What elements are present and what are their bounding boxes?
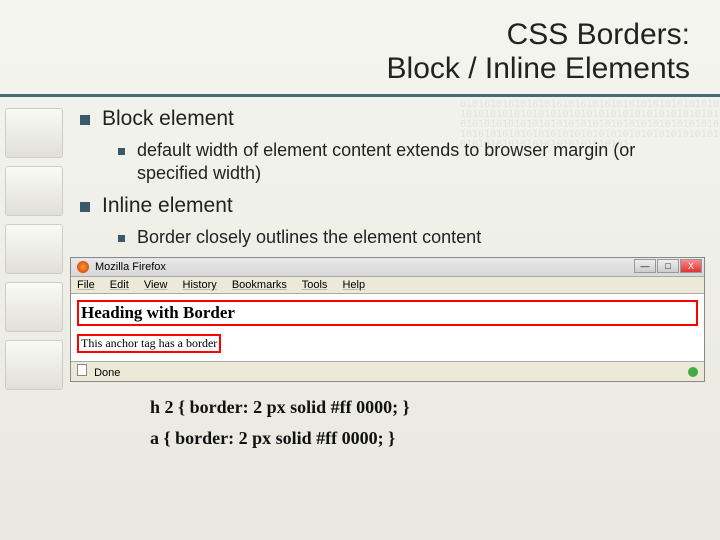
square-bullet-icon [80,115,90,125]
bullet-inline-element: Inline element [80,194,700,218]
window-buttons: — □ X [634,259,702,273]
sub-bullet-block: default width of element content extends… [118,139,700,186]
code-line-a: a { border: 2 px solid #ff 0000; } [150,423,720,454]
sub-bullet-inline: Border closely outlines the element cont… [118,226,700,249]
browser-app-name: Mozilla Firefox [95,261,166,273]
square-bullet-icon [118,235,125,242]
browser-screenshot: Mozilla Firefox — □ X File Edit View His… [70,257,705,382]
browser-menubar: File Edit View History Bookmarks Tools H… [71,277,704,294]
minimize-button[interactable]: — [634,259,656,273]
code-line-h2: h 2 { border: 2 px solid #ff 0000; } [150,392,720,423]
menu-help[interactable]: Help [342,279,365,291]
square-bullet-icon [80,202,90,212]
menu-view[interactable]: View [144,279,168,291]
menu-tools[interactable]: Tools [302,279,328,291]
browser-statusbar: Done [71,361,704,381]
title-line-2: Block / Inline Elements [387,52,690,85]
menu-edit[interactable]: Edit [110,279,129,291]
title-line-1: CSS Borders: [507,18,690,51]
sidebar-box [5,166,63,216]
slide-content: Block element default width of element c… [80,107,720,249]
menu-bookmarks[interactable]: Bookmarks [232,279,287,291]
demo-heading: Heading with Border [77,300,698,326]
menu-file[interactable]: File [77,279,95,291]
sub-bullet-text: default width of element content extends… [137,139,700,186]
sidebar-box [5,340,63,390]
status-text: Done [94,367,120,379]
sidebar-box [5,224,63,274]
demo-anchor[interactable]: This anchor tag has a border [77,334,221,353]
sidebar-decor [0,100,68,540]
firefox-icon [77,261,89,273]
bullet-label: Block element [102,107,234,131]
maximize-button[interactable]: □ [657,259,679,273]
sidebar-box [5,108,63,158]
status-indicator-icon [688,367,698,377]
document-icon [77,364,87,376]
status-left: Done [77,364,120,379]
sidebar-box [5,282,63,332]
square-bullet-icon [118,148,125,155]
browser-titlebar: Mozilla Firefox — □ X [71,258,704,277]
bullet-block-element: Block element [80,107,700,131]
sub-bullet-text: Border closely outlines the element cont… [137,226,481,249]
slide-title: CSS Borders: Block / Inline Elements [0,0,720,97]
close-button[interactable]: X [680,259,702,273]
code-examples: h 2 { border: 2 px solid #ff 0000; } a {… [150,392,720,453]
bullet-label: Inline element [102,194,233,218]
menu-history[interactable]: History [183,279,217,291]
browser-viewport: Heading with Border This anchor tag has … [71,294,704,361]
